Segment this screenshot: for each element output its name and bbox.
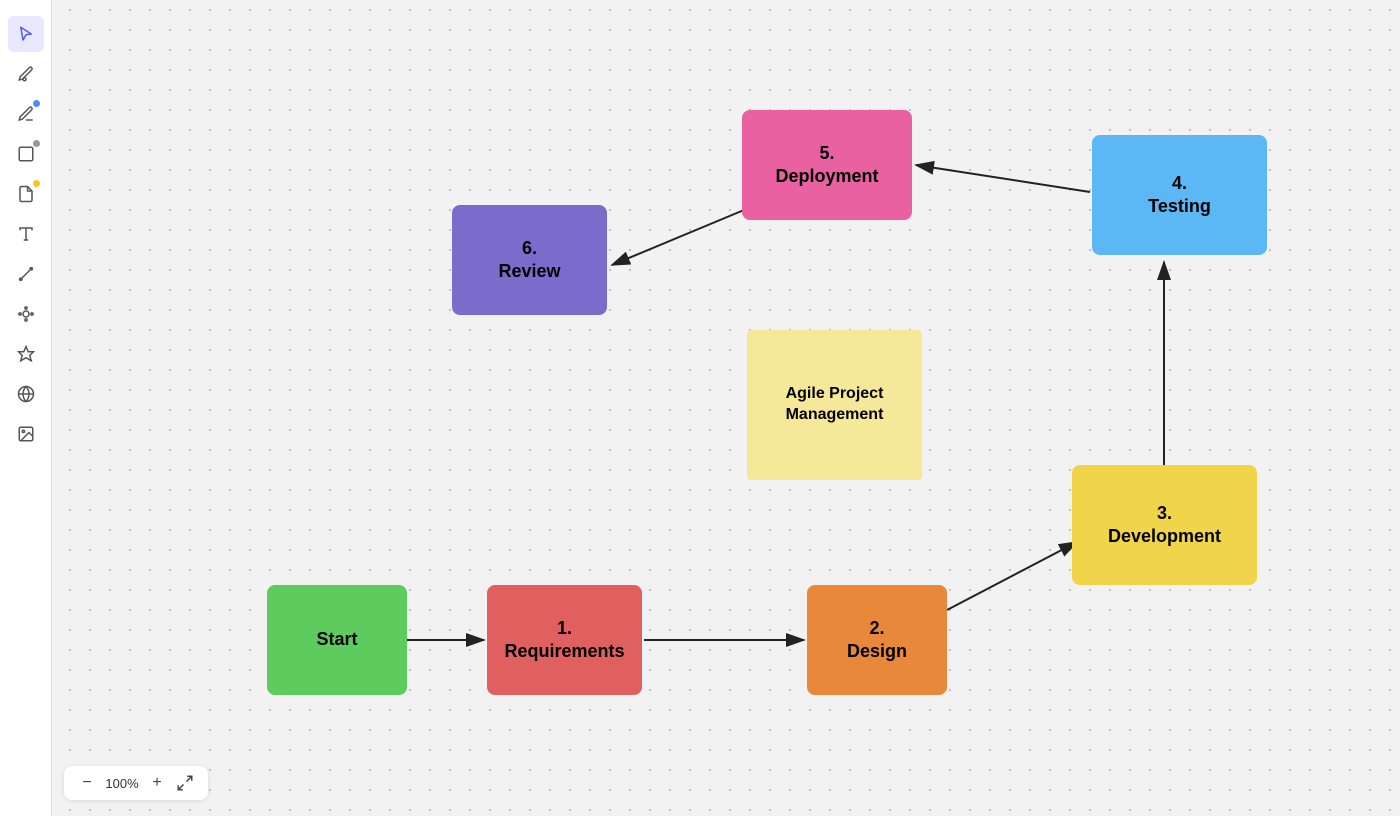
arrow-design-development [947, 542, 1077, 610]
arrows-layer [52, 0, 1400, 816]
node-testing[interactable]: 4. Testing [1092, 135, 1267, 255]
arrow-testing-deployment [916, 165, 1090, 192]
node-start[interactable]: Start [267, 585, 407, 695]
note-tool[interactable] [8, 176, 44, 212]
note-dot [33, 180, 40, 187]
zoom-toolbar: − 100% + [64, 766, 208, 800]
node-development[interactable]: 3. Development [1072, 465, 1257, 585]
node-design[interactable]: 2. Design [807, 585, 947, 695]
component-tool[interactable] [8, 296, 44, 332]
zoom-level: 100% [104, 776, 140, 791]
text-tool[interactable] [8, 216, 44, 252]
node-agile[interactable]: Agile Project Management [747, 330, 922, 480]
zoom-out-button[interactable]: − [76, 772, 98, 794]
shape-dot [33, 140, 40, 147]
paint-tool[interactable] [8, 56, 44, 92]
zoom-fit-button[interactable] [174, 772, 196, 794]
node-review[interactable]: 6. Review [452, 205, 607, 315]
magic-tool[interactable] [8, 336, 44, 372]
web-tool[interactable] [8, 376, 44, 412]
zoom-in-button[interactable]: + [146, 772, 168, 794]
select-tool[interactable] [8, 16, 44, 52]
pen-tool[interactable] [8, 96, 44, 132]
line-tool[interactable] [8, 256, 44, 292]
pen-dot [33, 100, 40, 107]
sidebar [0, 0, 52, 816]
node-deployment[interactable]: 5. Deployment [742, 110, 912, 220]
image-tool[interactable] [8, 416, 44, 452]
node-requirements[interactable]: 1. Requirements [487, 585, 642, 695]
arrow-deployment-review [612, 210, 744, 265]
canvas-area[interactable]: Start 1. Requirements 2. Design 3. Devel… [52, 0, 1400, 816]
shape-tool[interactable] [8, 136, 44, 172]
